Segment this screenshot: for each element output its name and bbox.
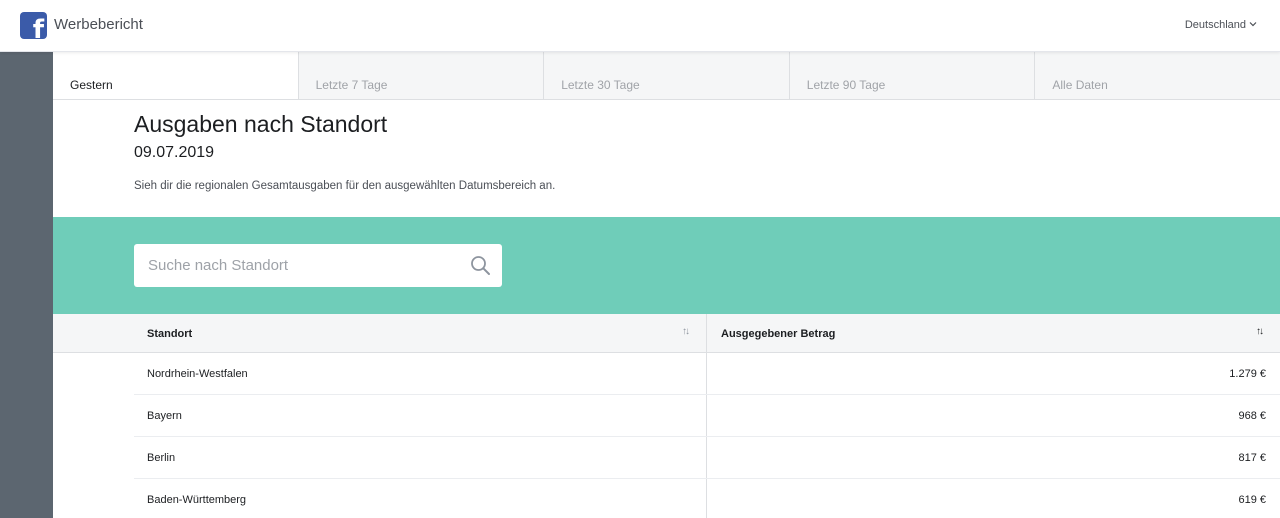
sort-icon[interactable]: ↑↓ <box>682 326 690 337</box>
top-bar: f Werbebericht Deutschland <box>0 0 1280 52</box>
column-header-location[interactable]: Standort ↑↓ <box>134 314 706 353</box>
table-row: Nordrhein-Westfalen 1.279 € <box>134 353 1280 395</box>
left-rail <box>0 52 53 518</box>
chevron-down-icon[interactable] <box>1248 19 1258 29</box>
location-cell: Bayern <box>147 410 182 422</box>
tab-yesterday[interactable]: Gestern <box>53 52 298 99</box>
table-row: Baden-Württemberg 619 € <box>134 479 1280 518</box>
column-header-label: Standort <box>147 328 193 340</box>
amount-cell: 1.279 € <box>706 353 1280 394</box>
sort-icon[interactable]: ↑↓ <box>1256 326 1264 337</box>
table-row: Berlin 817 € <box>134 437 1280 479</box>
tab-last-7-days[interactable]: Letzte 7 Tage <box>297 52 544 99</box>
tab-last-90-days[interactable]: Letzte 90 Tage <box>788 52 1035 99</box>
column-header-label: Ausgegebener Betrag <box>721 328 836 340</box>
search-band <box>53 217 1280 314</box>
page-title: Ausgaben nach Standort <box>134 111 388 137</box>
table-row: Bayern 968 € <box>134 395 1280 437</box>
report-date: 09.07.2019 <box>134 144 215 161</box>
search-box <box>134 244 502 287</box>
location-cell: Nordrhein-Westfalen <box>147 368 248 380</box>
amount-cell: 817 € <box>706 437 1280 478</box>
tab-last-30-days[interactable]: Letzte 30 Tage <box>543 52 789 99</box>
country-selector[interactable]: Deutschland <box>1185 19 1246 31</box>
column-header-amount[interactable]: Ausgegebener Betrag ↑↓ <box>706 314 1280 353</box>
amount-cell: 968 € <box>706 395 1280 436</box>
search-icon[interactable] <box>470 255 491 276</box>
location-table-body: Nordrhein-Westfalen 1.279 € Bayern 968 €… <box>134 353 1280 518</box>
search-input[interactable] <box>134 244 502 287</box>
app-title: Werbebericht <box>54 16 143 33</box>
report-description: Sieh dir die regionalen Gesamtausgaben f… <box>134 180 556 192</box>
amount-cell: 619 € <box>706 479 1280 518</box>
location-cell: Baden-Württemberg <box>147 494 247 506</box>
facebook-logo-icon[interactable]: f <box>20 12 47 39</box>
location-cell: Berlin <box>147 452 176 464</box>
date-range-tabs: Gestern Letzte 7 Tage Letzte 30 Tage Let… <box>53 52 1280 100</box>
tab-all-data[interactable]: Alle Daten <box>1034 52 1280 99</box>
